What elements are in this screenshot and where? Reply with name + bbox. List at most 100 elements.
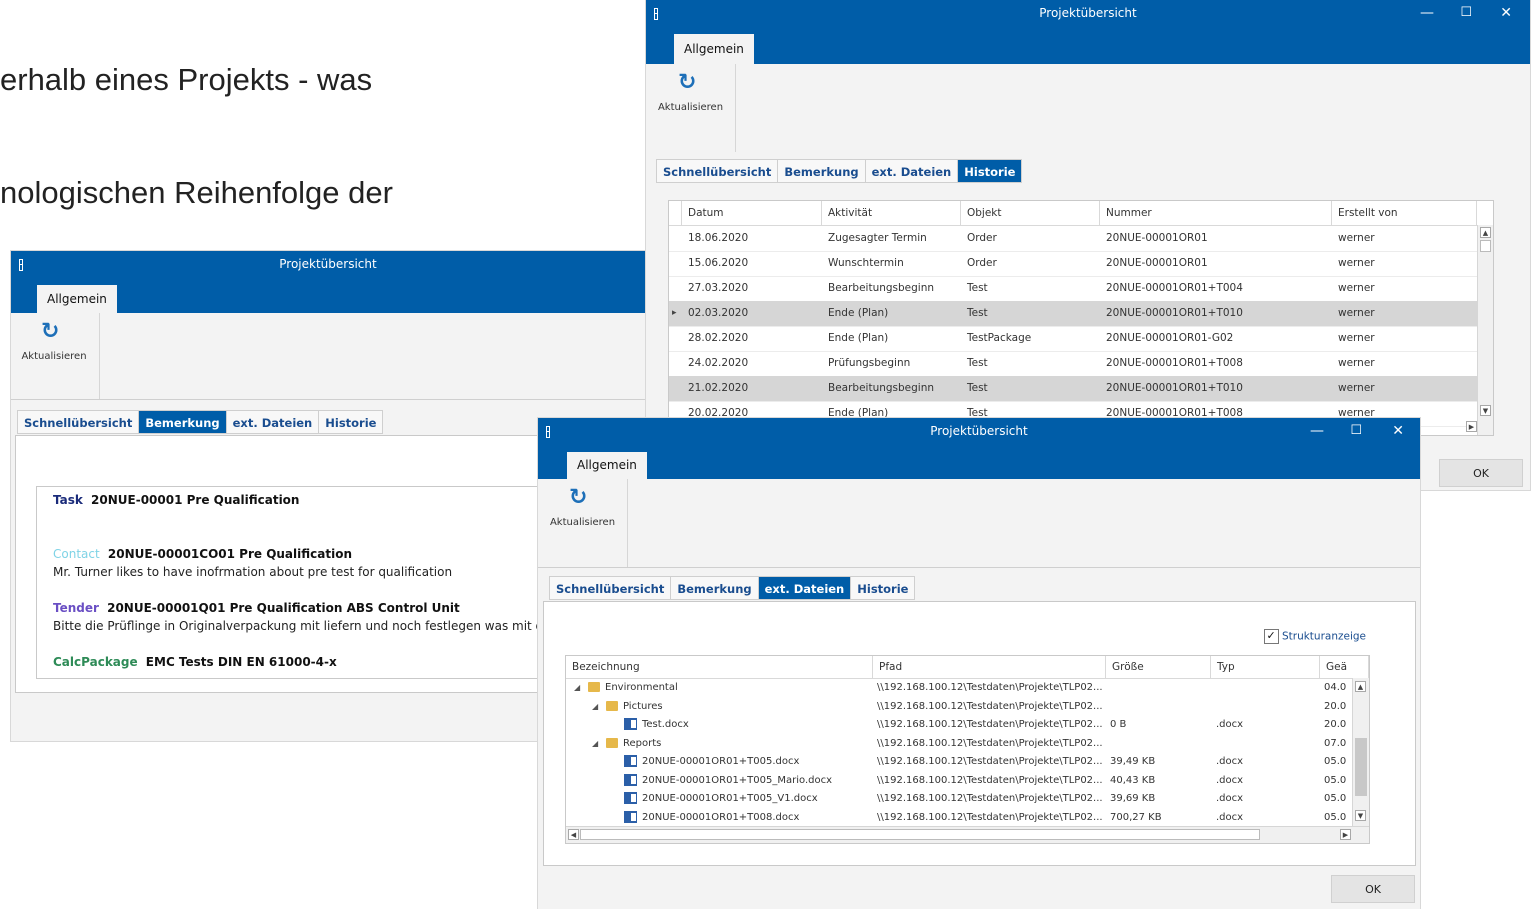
table-cell: 20NUE-00001OR01-G02 <box>1106 332 1234 344</box>
window-title: Projektübersicht <box>930 424 1028 438</box>
column-header-geaendert[interactable]: Geä <box>1320 656 1369 678</box>
tab-bemerkung[interactable]: Bemerkung <box>777 159 865 183</box>
scroll-left-icon[interactable]: ◀ <box>568 829 579 840</box>
tab-ext-dateien[interactable]: ext. Dateien <box>864 159 958 183</box>
ok-button[interactable]: OK <box>1331 875 1415 903</box>
table-row[interactable]: 15.06.2020 Wunschtermin Order 20NUE-00001OR… <box>669 251 1478 277</box>
tab-ext-dateien[interactable]: ext. Dateien <box>757 576 851 600</box>
tree-path-cell: \\192.168.100.12\Testdaten\Projekte\TLP0… <box>877 737 1103 749</box>
folder-row[interactable]: ◢ Reports \\192.168.100.12\Testdaten\Proje… <box>566 735 1353 754</box>
file-row[interactable]: 20NUE-00001OR01+T005_Mario.docx \\192.168… <box>566 772 1353 791</box>
column-header-datum[interactable]: Datum <box>682 201 822 225</box>
scroll-thumb[interactable] <box>1480 240 1491 252</box>
window-title: Projektübersicht <box>1039 6 1137 20</box>
ok-button[interactable]: OK <box>1439 459 1523 487</box>
content-tabs: Schnellübersicht Bemerkung ext. Dateien … <box>656 159 1023 183</box>
file-row[interactable]: Test.docx \\192.168.100.12\Testdaten\Proj… <box>566 716 1353 735</box>
vertical-scrollbar[interactable]: ▲ ▼ <box>1352 678 1369 826</box>
scroll-down-icon[interactable]: ▼ <box>1355 810 1366 821</box>
tab-schnelluebersicht[interactable]: Schnellübersicht <box>549 576 671 600</box>
tab-ext-dateien[interactable]: ext. Dateien <box>225 410 319 434</box>
folder-icon <box>588 682 600 692</box>
column-header-nummer[interactable]: Nummer <box>1100 201 1332 225</box>
tab-historie[interactable]: Historie <box>318 410 384 434</box>
table-row[interactable]: 28.02.2020 Ende (Plan) TestPackage 20NUE-00… <box>669 326 1478 352</box>
scroll-up-icon[interactable]: ▲ <box>1480 227 1491 238</box>
tree-path-cell: \\192.168.100.12\Testdaten\Projekte\TLP0… <box>877 756 1103 767</box>
column-header-bezeichnung[interactable]: Bezeichnung <box>566 656 873 678</box>
refresh-button[interactable]: ↻ Aktualisieren <box>538 479 628 567</box>
close-icon[interactable]: ✕ <box>1392 423 1404 439</box>
structure-checkbox[interactable]: ✓ <box>1263 629 1279 644</box>
folder-row[interactable]: ◢ Environmental \\192.168.100.12\Testdaten… <box>566 679 1353 698</box>
table-row[interactable]: 18.06.2020 Zugesagter Termin Order 20NUE-00… <box>669 226 1478 252</box>
refresh-icon: ↻ <box>569 485 588 510</box>
maximize-icon[interactable]: ☐ <box>1460 5 1472 20</box>
tab-schnelluebersicht[interactable]: Schnellübersicht <box>656 159 778 183</box>
folder-icon <box>606 737 618 748</box>
expand-toggle-icon[interactable]: ◢ <box>574 679 588 697</box>
table-row[interactable]: 21.02.2020 Bearbeitungsbeginn Test 20NUE-00… <box>669 376 1478 402</box>
tab-historie[interactable]: Historie <box>957 159 1023 183</box>
column-header-pfad[interactable]: Pfad <box>873 656 1106 678</box>
file-row[interactable]: 20NUE-00001OR01+T005_V1.docx \\192.168.10… <box>566 790 1353 809</box>
minimize-icon[interactable]: — <box>1310 423 1324 439</box>
tab-historie[interactable]: Historie <box>850 576 916 600</box>
folder-row[interactable]: ◢ Pictures \\192.168.100.12\Testdaten\Proj… <box>566 698 1353 717</box>
note-reference: 20NUE-00001Q01 Pre Qualification ABS Con… <box>102 601 460 615</box>
tree-type-cell <box>1216 735 1316 753</box>
scroll-thumb[interactable] <box>1355 738 1367 796</box>
horizontal-scrollbar[interactable]: ◀ ▶ <box>566 826 1369 843</box>
structure-toggle[interactable]: ✓ Strukturanzeige <box>1263 629 1366 644</box>
tree-type-cell <box>1216 698 1316 716</box>
note-header: Contact 20NUE-00001CO01 Pre Qualificatio… <box>53 547 352 561</box>
note-type: Task <box>53 493 83 507</box>
scroll-right-icon[interactable]: ▶ <box>1340 829 1351 840</box>
scroll-right-icon[interactable]: ▶ <box>1466 421 1477 432</box>
file-row[interactable]: 20NUE-00001OR01+T005.docx \\192.168.100.1… <box>566 753 1353 772</box>
tree-path-cell: \\192.168.100.12\Testdaten\Projekte\TLP0… <box>877 719 1103 730</box>
column-header-typ[interactable]: Typ <box>1211 656 1320 678</box>
ribbon-tab-allgemein[interactable]: Allgemein <box>674 34 754 64</box>
window-ext-dateien: Projektübersicht — ☐ ✕ Allgemein ↻ Aktua… <box>538 418 1420 909</box>
expand-toggle-icon[interactable]: ◢ <box>592 735 606 753</box>
table-cell: TestPackage <box>967 332 1032 344</box>
minimize-icon[interactable]: — <box>1420 5 1434 21</box>
ribbon-tab-allgemein[interactable]: Allgemein <box>567 452 647 479</box>
tree-name-cell: 20NUE-00001OR01+T005.docx <box>610 753 874 771</box>
table-cell: Ende (Plan) <box>828 307 889 319</box>
note-header: Task 20NUE-00001 Pre Qualification <box>53 493 299 507</box>
scroll-up-icon[interactable]: ▲ <box>1355 681 1366 692</box>
column-header-erstellt-von[interactable]: Erstellt von <box>1332 201 1477 225</box>
tab-bemerkung[interactable]: Bemerkung <box>138 410 226 434</box>
table-row[interactable]: ▸ 02.03.2020 Ende (Plan) Test 20NUE-00001OR0… <box>669 301 1478 327</box>
table-row[interactable]: 24.02.2020 Prüfungsbeginn Test 20NUE-00001O… <box>669 351 1478 377</box>
maximize-icon[interactable]: ☐ <box>1350 423 1362 438</box>
horizontal-scroll-thumb[interactable] <box>580 829 1260 840</box>
column-header-aktivitaet[interactable]: Aktivität <box>822 201 961 225</box>
tree-type-cell <box>1216 679 1316 697</box>
table-row[interactable]: 27.03.2020 Bearbeitungsbeginn Test 20NUE-00… <box>669 276 1478 302</box>
scroll-down-icon[interactable]: ▼ <box>1480 405 1491 416</box>
tab-bemerkung[interactable]: Bemerkung <box>670 576 758 600</box>
tree-type-cell: .docx <box>1216 774 1244 786</box>
history-grid: Datum Aktivität Objekt Nummer Erstellt v… <box>668 200 1494 436</box>
tree-size-cell: 39,49 KB <box>1110 756 1156 767</box>
tree-size-cell <box>1110 698 1210 716</box>
tree-type-cell: .docx <box>1216 793 1244 804</box>
refresh-button[interactable]: ↻ Aktualisieren <box>11 313 100 399</box>
tab-schnelluebersicht[interactable]: Schnellübersicht <box>17 410 139 434</box>
vertical-scrollbar[interactable]: ▲ ▼ <box>1477 225 1493 435</box>
table-cell: Zugesagter Termin <box>828 232 927 244</box>
tree-path-cell: \\192.168.100.12\Testdaten\Projekte\TLP0… <box>877 774 1103 786</box>
ribbon-tab-allgemein[interactable]: Allgemein <box>37 285 117 313</box>
close-icon[interactable]: ✕ <box>1500 5 1512 21</box>
column-header-groesse[interactable]: Größe <box>1106 656 1211 678</box>
table-cell: 20NUE-00001OR01+T010 <box>1106 382 1243 394</box>
tree-date-cell: 05.0 <box>1324 811 1347 823</box>
refresh-button[interactable]: ↻ Aktualisieren <box>646 64 736 152</box>
column-header-objekt[interactable]: Objekt <box>961 201 1100 225</box>
file-row[interactable]: 20NUE-00001OR01+T008.docx \\192.168.100.1… <box>566 809 1353 828</box>
expand-toggle-icon[interactable]: ◢ <box>592 698 606 716</box>
title-bar: Projektübersicht <box>11 251 645 281</box>
